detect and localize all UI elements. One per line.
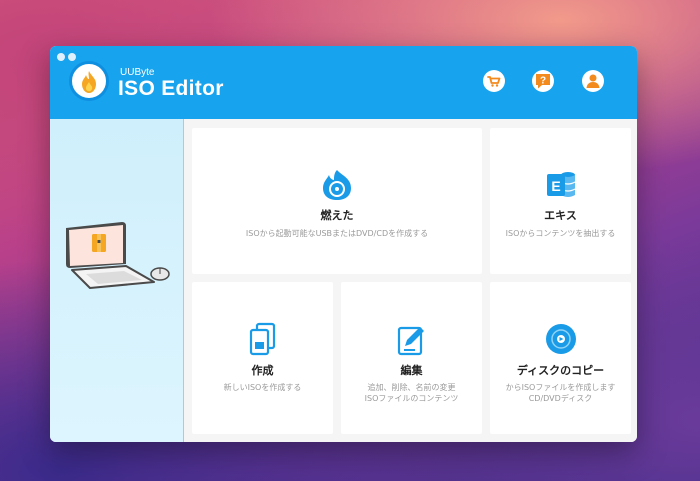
- edit-icon: [397, 326, 424, 356]
- cart-button[interactable]: [483, 70, 505, 92]
- account-button[interactable]: [582, 70, 604, 92]
- extract-card[interactable]: E エキス ISOからコンテンツを抽出する: [490, 128, 631, 274]
- app-title: ISO Editor: [118, 77, 224, 100]
- edit-title: 編集: [400, 364, 423, 377]
- edit-description-line1: 追加、削除、名前の変更: [367, 383, 456, 392]
- create-title: 作成: [251, 364, 274, 377]
- extract-description: ISOからコンテンツを抽出する: [505, 229, 616, 238]
- copy-card[interactable]: ディスクのコピー からISOファイルを作成します CD/DVDディスク: [490, 282, 631, 434]
- create-iso-icon: [249, 322, 275, 356]
- disc-burn-icon: [323, 170, 351, 200]
- header-bar: UUByte ISO Editor ?: [50, 46, 637, 119]
- copy-description-line1: からISOファイルを作成します: [505, 383, 616, 392]
- svg-text:E: E: [551, 178, 560, 194]
- copy-description-line2: CD/DVDディスク: [528, 394, 593, 403]
- help-button[interactable]: ?: [532, 70, 554, 92]
- window-minimize-dot[interactable]: [68, 53, 76, 61]
- app-logo: [69, 61, 109, 101]
- create-card[interactable]: 作成 新しいISOを作成する: [192, 282, 333, 434]
- disc-copy-icon: [545, 324, 576, 354]
- main-panel: 燃えた ISOから起動可能なUSBまたはDVD/CDを作成する E エキス IS…: [184, 119, 637, 442]
- burn-description: ISOから起動可能なUSBまたはDVD/CDを作成する: [245, 229, 429, 238]
- user-icon: [586, 74, 600, 88]
- burn-card[interactable]: 燃えた ISOから起動可能なUSBまたはDVD/CDを作成する: [192, 128, 482, 274]
- help-icon: ?: [536, 74, 550, 89]
- burn-title: 燃えた: [320, 209, 354, 222]
- cart-icon: [487, 76, 501, 87]
- laptop-illustration: [66, 222, 170, 289]
- flame-icon: [82, 71, 96, 93]
- sidebar: [50, 119, 184, 442]
- app-window: UUByte ISO Editor ? 燃えた ISOから起動可能なUSBまたは…: [50, 46, 637, 442]
- copy-title: ディスクのコピー: [516, 364, 605, 377]
- svg-text:?: ?: [540, 76, 546, 87]
- extract-icon: E: [546, 172, 575, 197]
- create-description: 新しいISOを作成する: [223, 383, 302, 392]
- edit-card[interactable]: 編集 追加、削除、名前の変更 ISOファイルのコンテンツ: [341, 282, 482, 434]
- edit-description-line2: ISOファイルのコンテンツ: [364, 394, 459, 403]
- window-close-dot[interactable]: [57, 53, 65, 61]
- extract-title: エキス: [544, 209, 577, 222]
